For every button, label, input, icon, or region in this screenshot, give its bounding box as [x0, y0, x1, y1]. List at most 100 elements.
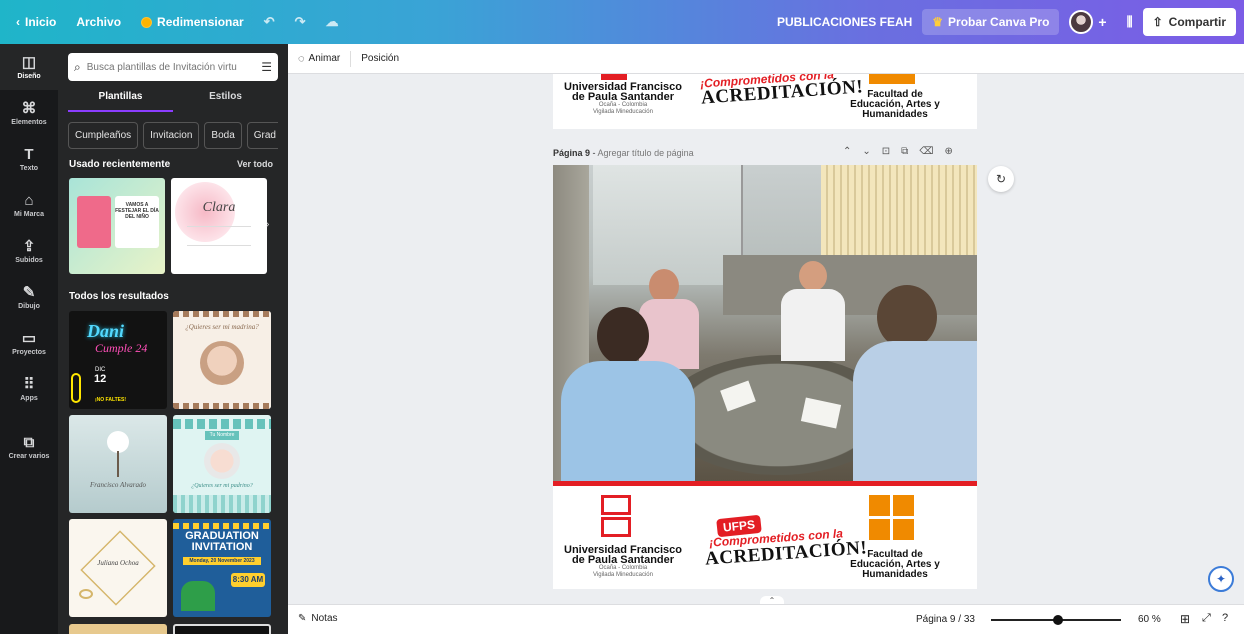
recent-template-2[interactable]: Clara — [171, 178, 267, 274]
rail-item-label: Texto — [19, 164, 39, 172]
add-page-icon[interactable]: ⊕ — [944, 146, 952, 157]
result-6-date: Monday, 20 November 2023 — [183, 557, 261, 565]
help-icon[interactable]: ? — [1222, 612, 1228, 624]
rail-item-layout[interactable]: ◫ Diseño — [0, 44, 58, 90]
meeting-photo[interactable] — [553, 165, 977, 481]
context-toolbar: ◌ Animar Posición — [288, 44, 1244, 74]
page-counter[interactable]: Página 9 / 33 — [916, 614, 975, 625]
scallop-border — [173, 403, 271, 409]
delete-icon[interactable]: ⌫ — [919, 146, 933, 157]
rail-item-apps[interactable]: ⠿ Apps — [0, 366, 58, 412]
animate-icon: ◌ — [298, 52, 305, 65]
see-all-link[interactable]: Ver todo — [237, 159, 273, 170]
person-shirt — [561, 361, 695, 481]
position-button[interactable]: Posición — [351, 44, 409, 73]
move-up-icon[interactable]: ⌃ — [843, 146, 851, 157]
rail-item-create-multiple[interactable]: ⧉ Crear varios — [0, 424, 58, 470]
recent-template-1[interactable]: VAMOS A FESTEJAR EL DÍA DEL NIÑO — [69, 178, 165, 274]
redo-icon[interactable]: ↷ — [285, 7, 316, 37]
template-search[interactable]: ⌕ ☰ — [68, 53, 278, 81]
lock-icon[interactable]: ⊡ — [882, 146, 890, 157]
result-template-5[interactable]: Juliana Ochoa — [69, 519, 167, 617]
share-button[interactable]: ⇧ Compartir — [1142, 8, 1236, 36]
create-multiple-icon: ⧉ — [23, 433, 35, 451]
bunting — [173, 523, 271, 529]
zoom-level[interactable]: 60 % — [1138, 614, 1161, 625]
left-rail: ◫ Diseño ⌘ Elementos T Texto ⌂ Mi Marca ⇪ Subidos… — [0, 44, 58, 634]
chip-wedding[interactable]: Boda — [204, 122, 242, 149]
recent-template-1-text: VAMOS A FESTEJAR EL DÍA DEL NIÑO — [115, 196, 159, 248]
rail-item-shapes[interactable]: ⌘ Elementos — [0, 90, 58, 136]
duplicate-icon[interactable]: ⧉ — [901, 146, 908, 157]
rail-item-text[interactable]: T Texto — [0, 136, 58, 182]
avatar[interactable] — [1069, 10, 1094, 34]
search-input[interactable] — [86, 61, 256, 73]
neon-decoration — [71, 373, 81, 403]
result-1-subtitle: Cumple 24 — [95, 341, 148, 355]
refresh-icon[interactable]: ↻ — [988, 166, 1014, 192]
rail-item-upload[interactable]: ⇪ Subidos — [0, 228, 58, 274]
result-template-8[interactable] — [173, 624, 271, 634]
chip-invitation[interactable]: Invitacion — [143, 122, 200, 149]
chevron-right-icon[interactable]: › — [266, 219, 269, 230]
baby-photo — [200, 341, 244, 385]
red-divider — [553, 481, 977, 486]
file-menu[interactable]: Archivo — [66, 7, 131, 37]
zoom-slider-handle[interactable] — [1053, 615, 1064, 625]
person-shirt — [781, 289, 845, 361]
rail-item-label: Proyectos — [12, 348, 46, 356]
faculty-logo-tile — [869, 495, 890, 516]
result-1-title: Dani — [87, 321, 125, 341]
team-name[interactable]: PUBLICACIONES FEAH — [767, 7, 922, 37]
tab-styles[interactable]: Estilos — [173, 88, 278, 112]
ufps-logo — [601, 74, 627, 80]
share-icon: ⇧ — [1152, 15, 1163, 29]
insights-icon[interactable]: ⫼ — [1117, 7, 1143, 37]
apps-icon: ⠿ — [23, 375, 35, 393]
result-template-1[interactable]: Dani Cumple 24 DIC 12 ¡NO FALTES! — [69, 311, 167, 409]
grid-view-icon[interactable]: ⊞ — [1180, 612, 1190, 626]
faculty-logo — [869, 495, 915, 541]
rail-item-label: Subidos — [15, 256, 43, 264]
tab-templates[interactable]: Plantillas — [68, 88, 173, 112]
result-template-6[interactable]: GRADUATION INVITATION Monday, 20 Novembe… — [173, 519, 271, 617]
rail-item-draw[interactable]: ✎ Dibujo — [0, 274, 58, 320]
rail-item-folder[interactable]: ▭ Proyectos — [0, 320, 58, 366]
chevron-up-icon[interactable]: ⌃ — [760, 596, 784, 604]
add-collaborator-icon[interactable]: + — [1098, 14, 1106, 30]
rail-item-label: Elementos — [11, 118, 47, 126]
home-button[interactable]: ‹ Inicio — [6, 7, 66, 37]
search-icon: ⌕ — [74, 59, 81, 74]
filter-icon[interactable]: ☰ — [261, 60, 272, 74]
result-template-7[interactable] — [69, 624, 167, 634]
page-9[interactable]: Universidad Francisco de Paula Santander… — [553, 165, 977, 589]
result-6-title: GRADUATION INVITATION — [185, 530, 259, 553]
result-1-day: 12 — [94, 373, 107, 385]
result-template-2[interactable]: ¿Quieres ser mi madrina? — [173, 311, 271, 409]
rail-item-label: Crear varios — [8, 452, 50, 460]
page-title[interactable]: Página 9 - Agregar título de página — [553, 148, 694, 158]
result-template-4[interactable]: Tu Nombre ¿Quieres ser mi padrino? — [173, 415, 271, 513]
cabinets — [723, 255, 977, 315]
page-actions: ⌃ ⌄ ⊡ ⧉ ⌫ ⊕ — [843, 146, 953, 157]
undo-icon[interactable]: ↶ — [254, 7, 285, 37]
text-icon: T — [24, 145, 34, 163]
page-8[interactable]: Universidad Francisco de Paula Santander… — [553, 74, 977, 129]
move-down-icon[interactable]: ⌄ — [862, 146, 870, 157]
chip-graduation[interactable]: Grad — [246, 122, 278, 149]
bottom-bar: ✎ Notas Página 9 / 33 60 % ⊞ ⤢ ? — [288, 604, 1244, 634]
zoom-slider[interactable] — [991, 615, 1121, 625]
notes-button[interactable]: ✎ Notas — [298, 613, 338, 624]
fullscreen-icon[interactable]: ⤢ — [1202, 612, 1211, 625]
animate-button[interactable]: ◌ Animar — [288, 44, 350, 73]
upload-icon: ⇪ — [22, 237, 36, 255]
rail-item-brand[interactable]: ⌂ Mi Marca — [0, 182, 58, 228]
result-2-title: ¿Quieres ser mi madrina? — [185, 323, 259, 331]
try-pro-button[interactable]: ♛ Probar Canva Pro — [922, 9, 1060, 35]
cloud-sync-icon[interactable]: ☁ — [316, 7, 349, 37]
collaborators[interactable]: + — [1059, 7, 1116, 37]
magic-assistant-icon[interactable]: ✦ — [1208, 566, 1234, 592]
result-template-3[interactable]: Francisco Alvarado — [69, 415, 167, 513]
chip-birthday[interactable]: Cumpleaños — [68, 122, 139, 149]
resize-button[interactable]: Redimensionar — [131, 7, 254, 37]
